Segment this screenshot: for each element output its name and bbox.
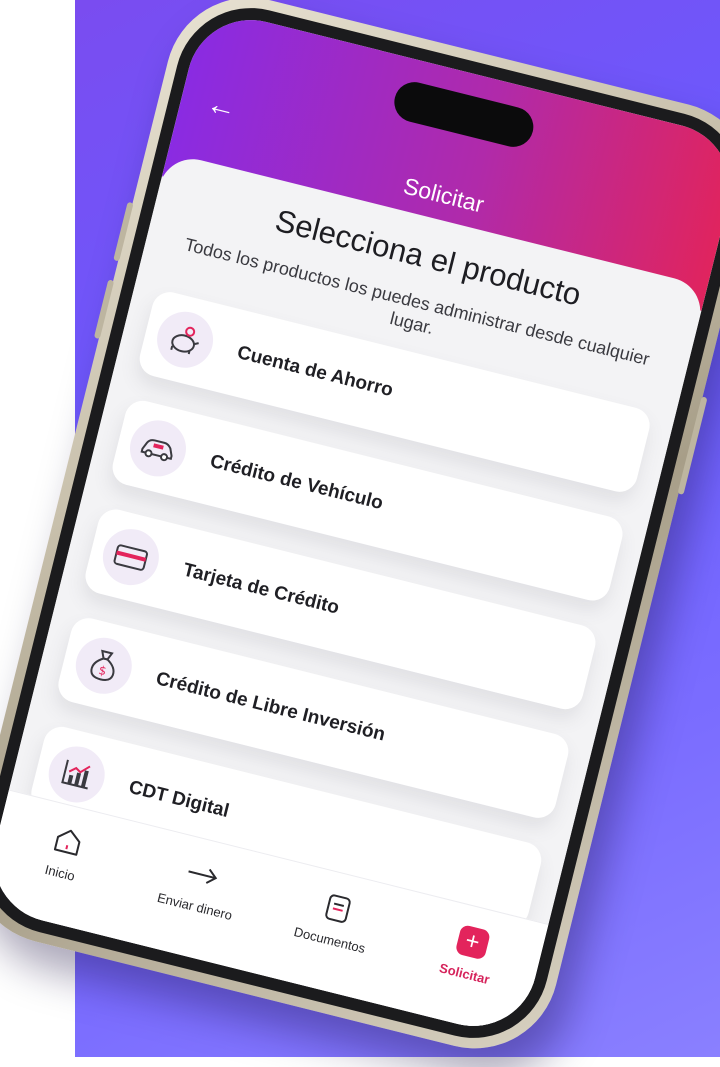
home-icon (49, 821, 86, 861)
credit-card-icon (96, 523, 165, 592)
tab-label: Documentos (292, 923, 367, 957)
send-arrow-icon (182, 854, 223, 895)
piggy-bank-icon (151, 305, 220, 374)
tab-enviar-dinero[interactable]: Enviar dinero (140, 845, 261, 927)
tab-solicitar[interactable]: + Solicitar (409, 912, 530, 994)
product-label: Crédito de Libre Inversión (153, 668, 388, 746)
plus-icon: + (454, 922, 491, 962)
money-bag-icon: $ (69, 631, 138, 700)
product-label: Crédito de Vehículo (207, 450, 386, 515)
growth-chart-icon (42, 740, 111, 809)
svg-text:$: $ (97, 663, 108, 678)
car-icon (124, 414, 192, 483)
product-label: CDT Digital (126, 776, 232, 822)
tab-label: Inicio (43, 861, 77, 884)
tab-label: Enviar dinero (155, 889, 234, 923)
documents-icon (320, 889, 355, 929)
tab-label: Solicitar (437, 960, 492, 988)
tab-inicio[interactable]: Inicio (5, 811, 126, 893)
product-label: Cuenta de Ahorro (235, 342, 396, 402)
tab-documentos[interactable]: Documentos (274, 879, 395, 961)
product-label: Tarjeta de Crédito (180, 559, 342, 619)
back-arrow-icon[interactable]: ← (203, 87, 240, 126)
